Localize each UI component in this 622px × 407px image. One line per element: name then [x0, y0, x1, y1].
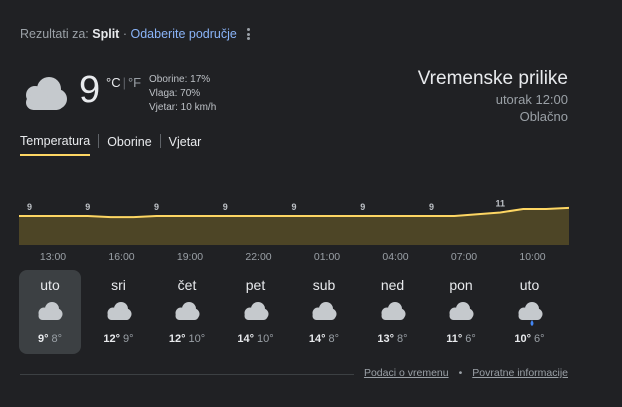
- day-temperatures: 10° 6°: [499, 333, 561, 345]
- day-low-temp: 6°: [465, 333, 476, 345]
- day-low-temp: 8°: [51, 333, 63, 345]
- cloud-icon: [175, 302, 200, 320]
- day-temperatures: 14° 10°: [225, 333, 287, 345]
- day-high-temp: 12°: [103, 333, 121, 345]
- unit-celsius-button[interactable]: °C: [106, 75, 121, 90]
- day-name: čet: [177, 277, 197, 293]
- temperature-chart: 9 9 9 9 9 9 9 11: [19, 199, 569, 245]
- day-tile[interactable]: ned 13° 8°: [362, 270, 424, 354]
- humidity-text: Vlaga: 70%: [149, 88, 201, 99]
- cloud-icon: [381, 302, 405, 320]
- hour-tick-label: 13:00: [39, 251, 67, 263]
- wind-text: Vjetar: 10 km/h: [149, 102, 217, 113]
- day-temperatures: 14° 8°: [293, 333, 355, 345]
- day-temperatures: 13° 8°: [362, 333, 424, 345]
- day-temperatures: 12° 9°: [88, 333, 150, 345]
- current-temperature: 9: [79, 69, 101, 111]
- day-name: pet: [245, 277, 266, 293]
- hour-tick-label: 04:00: [382, 251, 409, 263]
- hour-tick-label: 01:00: [313, 251, 341, 263]
- day-low-temp: 10°: [188, 333, 206, 345]
- cloud-icon: [244, 302, 268, 320]
- unit-switch: °C | °F: [106, 75, 142, 90]
- temperature-value-label: 9: [360, 202, 365, 212]
- day-low-temp: 9°: [123, 333, 134, 345]
- weather-condition: Oblačno: [519, 109, 568, 124]
- results-prefix: Rezultati za:: [20, 27, 89, 41]
- hour-tick-label: 07:00: [450, 251, 478, 263]
- day-low-temp: 8°: [397, 333, 408, 345]
- unit-fahrenheit-button[interactable]: °F: [128, 75, 141, 90]
- day-temperatures: 11° 6°: [430, 333, 492, 345]
- temperature-value-label: 9: [223, 202, 228, 212]
- hour-axis: 13:00 16:00 19:00 22:00 01:00 04:00 07:00 10:00: [19, 251, 569, 265]
- daily-forecast: uto 9° 8° sri 12° 9° čet 12° 10° pet 14° 10° sub 14° 8…: [19, 270, 569, 354]
- hour-tick-label: 16:00: [108, 251, 135, 263]
- hour-tick-label: 22:00: [245, 251, 272, 263]
- day-tile[interactable]: sub 14° 8°: [293, 270, 355, 354]
- day-low-temp: 6°: [534, 333, 545, 345]
- weather-header: Vremenske prilike utorak 12:00 Oblačno: [418, 67, 568, 125]
- hour-tick-label: 19:00: [176, 251, 204, 263]
- day-high-temp: 12°: [168, 333, 186, 345]
- cloud-icon: [107, 302, 131, 320]
- weather-title: Vremenske prilike: [417, 68, 568, 89]
- tab-wind[interactable]: Vjetar: [169, 135, 202, 155]
- day-tile[interactable]: pet 14° 10°: [225, 270, 287, 354]
- day-name: pon: [449, 277, 473, 293]
- feedback-link[interactable]: Povratne informacije: [472, 367, 568, 379]
- day-tile[interactable]: sri 12° 9°: [88, 270, 150, 354]
- temperature-value-label: 9: [85, 202, 90, 212]
- temperature-value-label: 9: [429, 202, 434, 212]
- day-tile[interactable]: uto 9° 8°: [19, 270, 81, 354]
- day-high-temp: 14°: [308, 333, 326, 345]
- tab-precipitation[interactable]: Oborine: [107, 135, 151, 155]
- weather-data-link[interactable]: Podaci o vremenu: [364, 367, 449, 379]
- day-tile[interactable]: pon 11° 6°: [430, 270, 492, 354]
- footer: Podaci o vremenu • Povratne informacije: [353, 367, 568, 379]
- day-low-temp: 10°: [257, 333, 274, 345]
- weather-datetime: utorak 12:00: [495, 92, 568, 107]
- temperature-value-label: 9: [27, 202, 32, 212]
- cloud-icon: [449, 302, 474, 320]
- cloud-icon: [38, 302, 63, 320]
- cloud-rain-icon: [518, 302, 542, 326]
- more-options-icon[interactable]: [243, 26, 253, 42]
- day-temperatures: 12° 10°: [156, 333, 218, 345]
- separator-dot: ·: [122, 27, 128, 41]
- cloud-icon: [26, 77, 67, 110]
- day-high-temp: 13°: [377, 333, 395, 345]
- temperature-value-label: 9: [291, 202, 296, 212]
- tab-divider: [98, 134, 100, 148]
- temperature-value-label: 9: [154, 202, 159, 212]
- day-name: uto: [519, 277, 540, 293]
- footer-dot: •: [458, 367, 463, 379]
- day-name: uto: [40, 277, 60, 293]
- day-tile[interactable]: čet 12° 10°: [156, 270, 218, 354]
- day-high-temp: 14°: [237, 333, 254, 345]
- day-high-temp: 11°: [446, 333, 463, 345]
- cloud-icon: [312, 302, 337, 320]
- tab-temperature[interactable]: Temperatura: [20, 134, 91, 156]
- day-high-temp: 10°: [514, 333, 532, 345]
- search-results-line: Rezultati za: Split · Odaberite područje: [20, 27, 237, 41]
- day-name: sri: [111, 277, 126, 293]
- weather-details: Oborine: 17% Vlaga: 70% Vjetar: 10 km/h: [149, 73, 216, 115]
- day-temperatures: 9° 8°: [19, 333, 81, 345]
- day-high-temp: 9°: [37, 333, 49, 345]
- precipitation-text: Oborine: 17%: [149, 74, 211, 85]
- day-name: sub: [312, 277, 336, 293]
- temperature-value-label: 11: [496, 199, 506, 209]
- day-tile[interactable]: uto 10° 6°: [499, 270, 561, 354]
- day-name: ned: [380, 277, 405, 293]
- chart-tabs: Temperatura Oborine Vjetar: [20, 134, 201, 156]
- hour-tick-label: 10:00: [519, 251, 546, 263]
- tab-divider: [159, 134, 161, 148]
- choose-area-link[interactable]: Odaberite područje: [131, 27, 237, 41]
- day-low-temp: 8°: [328, 333, 340, 345]
- results-city: Split: [92, 27, 120, 41]
